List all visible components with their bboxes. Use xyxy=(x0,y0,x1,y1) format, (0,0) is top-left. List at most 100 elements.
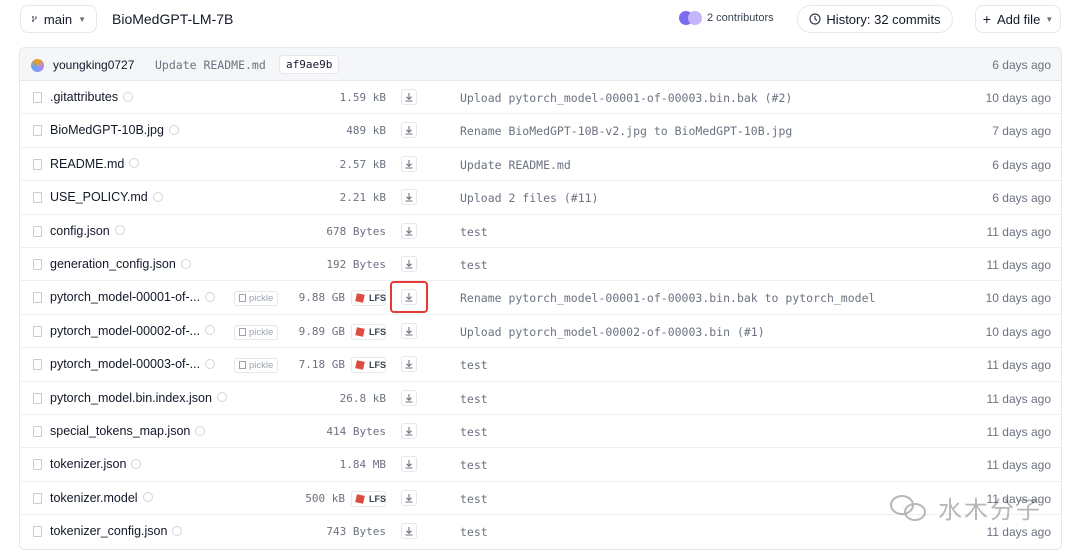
file-name[interactable]: config.json xyxy=(50,224,125,238)
info-icon[interactable] xyxy=(114,225,125,236)
info-icon[interactable] xyxy=(172,525,183,536)
file-name[interactable]: pytorch_model-00002-of-... xyxy=(50,324,216,338)
file-commit-message[interactable]: Upload pytorch_model-00001-of-00003.bin.… xyxy=(460,91,792,105)
file-name-text[interactable]: README.md xyxy=(50,157,124,171)
history-button[interactable]: History: 32 commits xyxy=(797,5,953,33)
download-icon xyxy=(402,325,416,342)
file-name[interactable]: README.md xyxy=(50,157,140,171)
info-icon[interactable] xyxy=(142,492,153,503)
file-name-text[interactable]: .gitattributes xyxy=(50,90,118,104)
file-name-text[interactable]: USE_POLICY.md xyxy=(50,190,148,204)
info-icon[interactable] xyxy=(205,358,216,369)
download-button[interactable] xyxy=(401,89,417,105)
download-button[interactable] xyxy=(401,422,417,439)
file-name-text[interactable]: tokenizer_config.json xyxy=(50,524,167,538)
file-name[interactable]: USE_POLICY.md xyxy=(50,190,163,204)
file-commit-message[interactable]: Upload 2 files (#11) xyxy=(460,191,598,205)
file-commit-time: 10 days ago xyxy=(985,291,1051,306)
file-size: 26.8 kB xyxy=(339,391,386,405)
file-icon xyxy=(33,158,42,170)
commit-message[interactable]: Update README.md xyxy=(155,58,266,72)
download-button[interactable] xyxy=(401,222,417,239)
file-commit-message[interactable]: test xyxy=(460,425,488,439)
file-commit-message[interactable]: test xyxy=(460,492,488,506)
chevron-down-icon: ▼ xyxy=(1045,14,1054,24)
info-icon[interactable] xyxy=(152,191,163,202)
info-icon[interactable] xyxy=(195,425,206,436)
file-name-text[interactable]: config.json xyxy=(50,224,110,238)
file-icon xyxy=(33,392,42,404)
info-icon[interactable] xyxy=(123,91,134,102)
info-icon[interactable] xyxy=(129,158,140,169)
add-file-button[interactable]: + Add file ▼ xyxy=(975,5,1061,33)
file-name[interactable]: tokenizer.json xyxy=(50,457,142,471)
chevron-down-icon: ▼ xyxy=(78,14,86,24)
download-button[interactable] xyxy=(401,122,417,141)
file-commit-message[interactable]: Rename BioMedGPT-10B-v2.jpg to BioMedGPT… xyxy=(460,124,792,138)
download-button[interactable] xyxy=(401,255,417,272)
download-button[interactable] xyxy=(401,356,417,373)
file-commit-message[interactable]: test xyxy=(460,525,488,539)
contributors-link[interactable]: 2 contributors xyxy=(679,11,774,25)
file-name[interactable]: pytorch_model.bin.index.json xyxy=(50,391,227,405)
file-commit-time: 6 days ago xyxy=(992,157,1051,172)
file-name-text[interactable]: tokenizer.model xyxy=(50,491,138,505)
file-icon xyxy=(33,192,42,204)
file-commit-message[interactable]: test xyxy=(460,225,488,239)
commit-author[interactable]: youngking0727 xyxy=(53,58,134,72)
file-name[interactable]: pytorch_model-00003-of-... xyxy=(50,357,216,371)
repo-path: BioMedGPT-LM-7B xyxy=(112,11,234,27)
branch-name: main xyxy=(43,11,73,27)
table-row: pytorch_model-00001-of-... pickle 9.88 GB L… xyxy=(20,281,1061,315)
info-icon[interactable] xyxy=(216,392,227,403)
info-icon[interactable] xyxy=(205,292,216,303)
lfs-cube-icon xyxy=(355,293,365,304)
branch-selector[interactable]: main ▼ xyxy=(20,5,97,33)
file-name-text[interactable]: special_tokens_map.json xyxy=(50,424,190,438)
download-icon xyxy=(402,124,416,141)
download-button[interactable] xyxy=(401,456,417,473)
lfs-label: LFS xyxy=(369,493,386,504)
file-commit-message[interactable]: test xyxy=(460,358,488,372)
file-commit-message[interactable]: Update README.md xyxy=(460,158,571,172)
download-button[interactable] xyxy=(401,523,417,542)
file-commit-time: 11 days ago xyxy=(986,257,1052,272)
file-name[interactable]: tokenizer_config.json xyxy=(50,524,183,538)
file-name-text[interactable]: pytorch_model-00001-of-... xyxy=(50,290,200,304)
lfs-label: LFS xyxy=(369,360,386,371)
commit-hash[interactable]: af9ae9b xyxy=(279,55,340,74)
file-name-text[interactable]: generation_config.json xyxy=(50,257,176,271)
file-name-text[interactable]: pytorch_model-00002-of-... xyxy=(50,324,200,338)
file-name[interactable]: .gitattributes xyxy=(50,90,134,104)
file-name[interactable]: BioMedGPT-10B.jpg xyxy=(50,123,179,137)
info-icon[interactable] xyxy=(168,125,179,136)
download-button[interactable] xyxy=(401,389,417,406)
file-name[interactable]: tokenizer.model xyxy=(50,491,153,505)
file-name-text[interactable]: tokenizer.json xyxy=(50,457,126,471)
file-name-text[interactable]: BioMedGPT-10B.jpg xyxy=(50,123,164,137)
info-icon[interactable] xyxy=(180,258,191,269)
file-commit-message[interactable]: test xyxy=(460,258,488,272)
file-size: 489 kB xyxy=(346,124,386,138)
file-name[interactable]: pytorch_model-00001-of-... xyxy=(50,290,216,304)
file-name[interactable]: generation_config.json xyxy=(50,257,191,271)
file-commit-message[interactable]: test xyxy=(460,458,488,472)
download-button[interactable] xyxy=(401,155,417,172)
lfs-cube-icon xyxy=(355,493,365,504)
file-commit-message[interactable]: test xyxy=(460,392,488,406)
lfs-badge: LFS xyxy=(351,357,386,374)
file-name-text[interactable]: pytorch_model.bin.index.json xyxy=(50,391,212,405)
info-icon[interactable] xyxy=(131,459,142,469)
file-name[interactable]: special_tokens_map.json xyxy=(50,424,206,438)
download-icon xyxy=(402,525,416,542)
branch-icon xyxy=(31,15,38,23)
download-button[interactable] xyxy=(401,189,417,206)
download-button[interactable] xyxy=(401,489,417,506)
file-commit-message[interactable]: Upload pytorch_model-00002-of-00003.bin … xyxy=(460,325,765,339)
file-name-text[interactable]: pytorch_model-00003-of-... xyxy=(50,357,200,371)
info-icon[interactable] xyxy=(205,325,216,336)
file-commit-time: 11 days ago xyxy=(986,525,1052,540)
file-commit-message[interactable]: Rename pytorch_model-00001-of-00003.bin.… xyxy=(460,291,875,305)
download-button[interactable] xyxy=(401,322,417,342)
table-row: BioMedGPT-10B.jpg 489 kB Rename BioMedGPT-… xyxy=(20,114,1061,148)
